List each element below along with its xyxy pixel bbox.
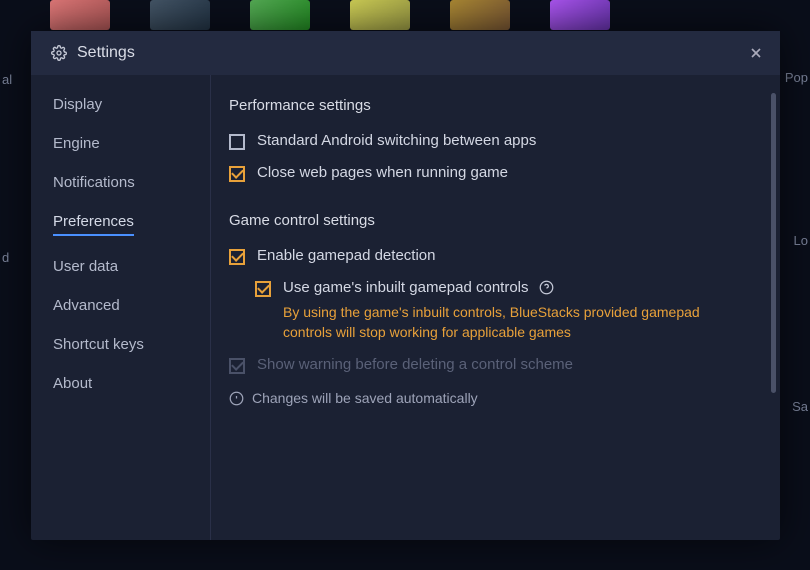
nav-item-label: Shortcut keys xyxy=(53,336,144,353)
nav-item-engine[interactable]: Engine xyxy=(31,124,210,163)
checkbox-label: Close web pages when running game xyxy=(257,164,508,181)
checkbox-label: Standard Android switching between apps xyxy=(257,132,536,149)
bg-thumb xyxy=(50,0,110,30)
footer-note-text: Changes will be saved automatically xyxy=(252,390,478,406)
nav-item-label: User data xyxy=(53,258,118,275)
dialog-header: Settings xyxy=(31,31,780,75)
option-inbuilt-gamepad[interactable]: Use game's inbuilt gamepad controls By u… xyxy=(255,279,750,342)
nav-item-label: Display xyxy=(53,96,102,113)
nav-item-userdata[interactable]: User data xyxy=(31,247,210,286)
checkbox[interactable] xyxy=(229,134,245,150)
info-icon xyxy=(229,391,244,406)
option-gamepad-detection[interactable]: Enable gamepad detection xyxy=(229,247,750,265)
settings-sidebar: Display Engine Notifications Preferences… xyxy=(31,75,211,540)
section-title-performance: Performance settings xyxy=(229,97,750,114)
bg-thumb xyxy=(450,0,510,30)
checkbox[interactable] xyxy=(255,281,271,297)
bg-thumb xyxy=(250,0,310,30)
bg-text: Pop xyxy=(785,70,808,85)
nav-item-label: Preferences xyxy=(53,213,134,236)
gear-icon xyxy=(51,45,67,61)
bg-text: Lo xyxy=(794,233,808,248)
checkbox xyxy=(229,358,245,374)
bg-text: d xyxy=(2,250,9,265)
bg-thumb xyxy=(550,0,610,30)
help-icon[interactable] xyxy=(539,280,554,295)
scrollbar[interactable] xyxy=(771,93,776,393)
close-button[interactable] xyxy=(748,45,764,61)
checkbox-label: Enable gamepad detection xyxy=(257,247,435,264)
bg-text: al xyxy=(2,72,12,87)
option-standard-switching[interactable]: Standard Android switching between apps xyxy=(229,132,750,150)
settings-content: Performance settings Standard Android sw… xyxy=(211,75,780,540)
bg-text: Sa xyxy=(792,399,808,414)
footer-note: Changes will be saved automatically xyxy=(229,390,750,406)
nav-item-shortcutkeys[interactable]: Shortcut keys xyxy=(31,325,210,364)
nav-item-notifications[interactable]: Notifications xyxy=(31,163,210,202)
settings-dialog: Settings Display Engine Notifications Pr… xyxy=(31,31,780,540)
section-title-gamecontrol: Game control settings xyxy=(229,212,750,229)
bg-thumb xyxy=(350,0,410,30)
nav-item-advanced[interactable]: Advanced xyxy=(31,286,210,325)
dialog-title: Settings xyxy=(77,44,135,62)
nav-item-label: Advanced xyxy=(53,297,120,314)
nav-item-about[interactable]: About xyxy=(31,364,210,403)
nav-item-label: About xyxy=(53,375,92,392)
checkbox-label: Show warning before deleting a control s… xyxy=(257,356,573,373)
nav-item-label: Notifications xyxy=(53,174,135,191)
nav-item-label: Engine xyxy=(53,135,100,152)
option-close-web-pages[interactable]: Close web pages when running game xyxy=(229,164,750,182)
dialog-body: Display Engine Notifications Preferences… xyxy=(31,75,780,540)
inbuilt-warning-text: By using the game's inbuilt controls, Bl… xyxy=(283,303,713,342)
checkbox[interactable] xyxy=(229,249,245,265)
nav-item-display[interactable]: Display xyxy=(31,85,210,124)
option-show-warning-delete: Show warning before deleting a control s… xyxy=(229,356,750,374)
bg-thumb xyxy=(150,0,210,30)
checkbox-label: Use game's inbuilt gamepad controls xyxy=(283,279,529,296)
checkbox[interactable] xyxy=(229,166,245,182)
nav-item-preferences[interactable]: Preferences xyxy=(31,202,210,247)
